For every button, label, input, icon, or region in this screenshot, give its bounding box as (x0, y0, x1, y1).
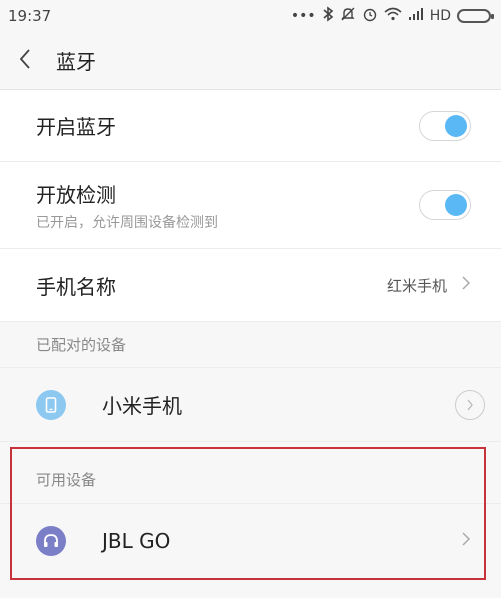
discoverable-sub: 已开启，允许周围设备检测到 (36, 214, 218, 231)
paired-device-name: 小米手机 (102, 394, 182, 418)
headphones-icon (36, 526, 66, 556)
page-title: 蓝牙 (56, 50, 96, 74)
bluetooth-label: 开启蓝牙 (36, 115, 116, 139)
status-time: 19:37 (8, 7, 52, 25)
discoverable-toggle[interactable] (419, 190, 471, 220)
phone-name-row[interactable]: 手机名称 红米手机 (0, 249, 501, 322)
paired-section-label: 已配对的设备 (0, 322, 501, 368)
alarm-icon (362, 6, 378, 26)
discoverable-toggle-row[interactable]: 开放检测 已开启，允许周围设备检测到 (0, 162, 501, 249)
phone-name-label: 手机名称 (36, 274, 116, 299)
bluetooth-icon (322, 6, 334, 26)
wifi-icon (384, 7, 402, 25)
section-spacer (0, 442, 501, 456)
back-icon[interactable] (18, 48, 46, 74)
status-icons: ••• HD (290, 6, 494, 26)
mute-icon (340, 6, 356, 26)
chevron-right-icon (461, 531, 471, 552)
paired-device-left: 小米手机 (36, 389, 182, 420)
battery-icon (457, 9, 494, 23)
device-details-icon[interactable] (455, 389, 485, 420)
phone-name-value: 红米手机 (386, 276, 447, 295)
available-device-name: JBL GO (102, 529, 171, 553)
available-device-row[interactable]: JBL GO (0, 504, 501, 578)
network-type: HD (429, 8, 451, 24)
available-section-label: 可用设备 (0, 456, 501, 504)
header: 蓝牙 (0, 32, 501, 90)
status-bar: 19:37 ••• HD (0, 0, 501, 32)
phone-name-value-wrap: 红米手机 (387, 275, 471, 296)
bluetooth-toggle[interactable] (419, 110, 471, 141)
toggle-knob (445, 114, 467, 137)
signal-icon (408, 7, 424, 25)
discoverable-text: 开放检测 已开启，允许周围设备检测到 (36, 179, 218, 232)
toggle-knob (445, 194, 467, 216)
available-device-left: JBL GO (36, 526, 170, 556)
bluetooth-toggle-row[interactable]: 开启蓝牙 (0, 90, 501, 162)
settings-section: 开启蓝牙 开放检测 已开启，允许周围设备检测到 手机名称 红米手机 (0, 90, 501, 322)
paired-device-row[interactable]: 小米手机 (0, 368, 501, 442)
phone-icon (36, 389, 66, 420)
more-dots-icon: ••• (290, 8, 316, 24)
discoverable-label: 开放检测 (36, 182, 116, 207)
chevron-right-icon (461, 275, 471, 296)
